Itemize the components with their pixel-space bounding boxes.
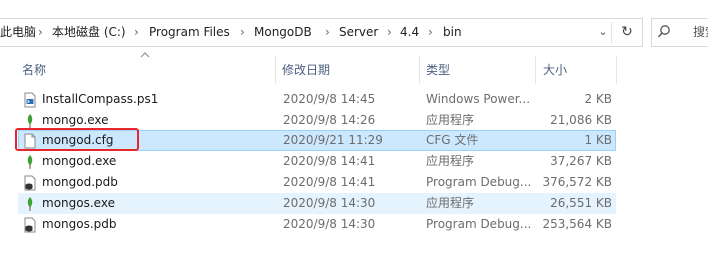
mongodb-leaf-icon [27,197,33,211]
breadcrumb-server[interactable]: Server [339,23,378,41]
file-size: 2 KB [584,92,612,106]
file-row[interactable]: mongod.exe 2020/9/8 14:41 应用程序 37,267 KB [18,151,616,172]
file-type: CFG 文件 [426,133,479,147]
file-modified: 2020/9/8 14:26 [283,113,376,127]
file-modified: 2020/9/21 11:29 [283,133,383,147]
address-divider [611,22,612,43]
breadcrumb-program-files[interactable]: Program Files [149,23,230,41]
breadcrumb-mongodb[interactable]: MongoDB [254,23,312,41]
file-modified: 2020/9/8 14:30 [283,217,376,231]
file-name: mongod.pdb [42,175,118,189]
breadcrumb-chevron-icon[interactable]: › [387,23,392,41]
file-name: mongos.pdb [42,217,117,231]
address-history-dropdown-icon[interactable]: ⌄ [596,24,610,40]
file-type: 应用程序 [426,154,475,168]
file-name: mongod.exe [42,154,117,168]
file-modified: 2020/9/8 14:45 [283,92,376,106]
column-divider[interactable] [419,56,420,84]
file-type: 应用程序 [426,196,475,210]
file-name: mongos.exe [42,196,115,210]
breadcrumb-chevron-icon[interactable]: › [325,23,330,41]
column-divider[interactable] [535,56,536,84]
breadcrumb-local-disk[interactable]: 本地磁盘 (C:) [52,23,126,41]
file-type: Program Debug... [426,175,532,189]
column-header-size[interactable]: 大小 [543,60,567,80]
file-size: 376,572 KB [542,175,612,189]
file-size: 26,551 KB [550,196,612,210]
column-header-name[interactable]: 名称 [22,60,46,80]
breadcrumb-chevron-icon[interactable]: › [240,23,245,41]
file-modified: 2020/9/8 14:41 [283,175,376,189]
breadcrumb-chevron-icon[interactable]: › [428,23,433,41]
file-type: 应用程序 [426,113,475,127]
file-size: 37,267 KB [550,154,612,168]
breadcrumb-version[interactable]: 4.4 [400,23,419,41]
file-modified: 2020/9/8 14:30 [283,196,376,210]
file-row[interactable]: mongod.pdb 2020/9/8 14:41 Program Debug.… [18,172,616,193]
column-header-modified[interactable]: 修改日期 [282,60,330,80]
refresh-icon[interactable]: ↻ [615,22,639,43]
search-icon [657,25,670,38]
breadcrumb-this-pc[interactable]: 此电脑 [0,23,36,41]
file-size: 1 KB [584,133,612,147]
debug-database-icon [24,217,36,233]
mongodb-leaf-icon [27,114,33,128]
file-type: Program Debug... [426,217,532,231]
column-divider[interactable] [275,56,276,84]
file-modified: 2020/9/8 14:41 [283,154,376,168]
breadcrumb-chevron-icon[interactable]: › [38,23,43,41]
debug-database-icon [24,175,36,191]
file-size: 21,086 KB [550,113,612,127]
sort-ascending-icon [140,52,150,58]
column-divider[interactable] [616,56,617,84]
annotation-highlight-box [15,128,139,151]
mongodb-leaf-icon [27,155,33,169]
file-row[interactable]: mongos.exe 2020/9/8 14:30 应用程序 26,551 KB [18,193,616,214]
search-placeholder: 搜索 [693,25,708,39]
file-size: 253,564 KB [542,217,612,231]
file-name: InstallCompass.ps1 [42,92,159,106]
powershell-script-icon [24,92,36,108]
file-type: Windows Power... [426,92,531,106]
breadcrumb-chevron-icon[interactable]: › [134,23,139,41]
file-row[interactable]: mongos.pdb 2020/9/8 14:30 Program Debug.… [18,214,616,235]
column-header-type[interactable]: 类型 [426,60,450,80]
file-row[interactable]: InstallCompass.ps1 2020/9/8 14:45 Window… [18,89,616,110]
breadcrumb-bin[interactable]: bin [443,23,462,41]
